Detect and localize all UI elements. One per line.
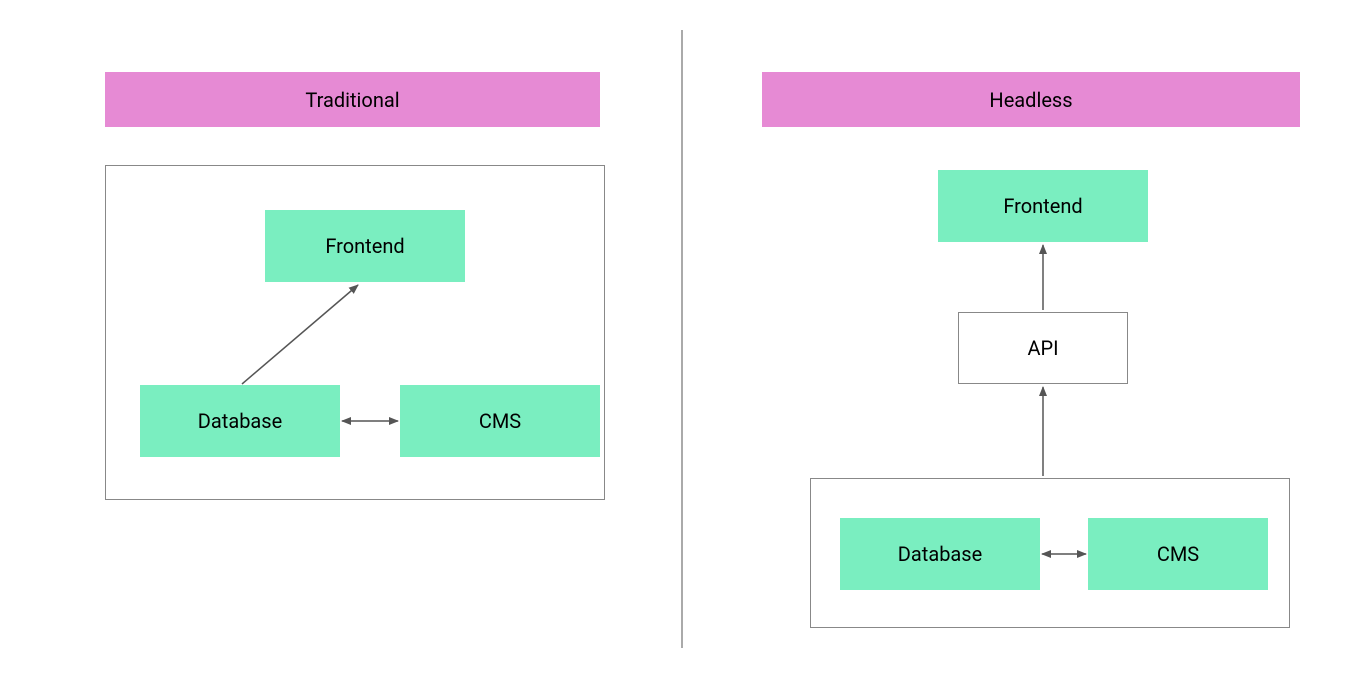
headless-cms-label: CMS xyxy=(1157,542,1199,566)
headless-header: Headless xyxy=(762,72,1300,127)
headless-api-label: API xyxy=(1027,336,1058,360)
traditional-database-box: Database xyxy=(140,385,340,457)
headless-database-label: Database xyxy=(898,542,982,566)
headless-api-box: API xyxy=(958,312,1128,384)
headless-title: Headless xyxy=(989,88,1072,112)
traditional-title: Traditional xyxy=(305,88,399,112)
headless-frontend-label: Frontend xyxy=(1003,194,1082,218)
traditional-cms-box: CMS xyxy=(400,385,600,457)
headless-frontend-box: Frontend xyxy=(938,170,1148,242)
traditional-frontend-label: Frontend xyxy=(325,234,404,258)
diagram-canvas: Traditional Frontend Database CMS Headle… xyxy=(0,0,1364,680)
traditional-cms-label: CMS xyxy=(479,409,521,433)
traditional-frontend-box: Frontend xyxy=(265,210,465,282)
headless-cms-box: CMS xyxy=(1088,518,1268,590)
traditional-database-label: Database xyxy=(198,409,282,433)
traditional-header: Traditional xyxy=(105,72,600,127)
headless-database-box: Database xyxy=(840,518,1040,590)
